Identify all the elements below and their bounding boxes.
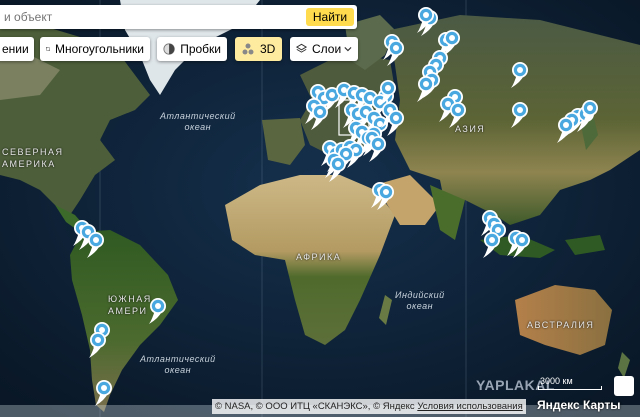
traffic-icon bbox=[163, 43, 175, 55]
tool-button-partial[interactable]: ении bbox=[0, 37, 34, 61]
africa-label: АФРИКА bbox=[296, 252, 342, 262]
scale-label: 3000 км bbox=[540, 376, 573, 386]
chevron-down-icon bbox=[344, 47, 352, 52]
polygon-icon bbox=[46, 47, 50, 51]
south-america-label: ЮЖНАЯ АМЕРИ bbox=[108, 294, 152, 316]
3d-buildings-icon bbox=[242, 43, 254, 55]
north-america-label: СЕВЕРНАЯ АМЕРИКА bbox=[2, 147, 64, 169]
indian-ocean-label: Индийский океан bbox=[395, 290, 445, 311]
3d-button[interactable]: 3D bbox=[235, 37, 282, 61]
3d-label: 3D bbox=[260, 42, 276, 56]
australia-label: АВСТРАЛИЯ bbox=[527, 320, 595, 330]
world-map[interactable] bbox=[0, 0, 640, 417]
polygons-label: Многоугольники bbox=[54, 42, 144, 56]
layers-button[interactable]: Слои bbox=[290, 37, 358, 61]
ruler-icon[interactable] bbox=[614, 376, 634, 396]
traffic-button[interactable]: Пробки bbox=[157, 37, 227, 61]
layers-label: Слои bbox=[311, 42, 342, 56]
layers-icon bbox=[296, 43, 307, 53]
search-input[interactable] bbox=[0, 5, 304, 29]
atlantic-south-label: Атлантический океан bbox=[140, 354, 216, 375]
terms-link[interactable]: Условия использования bbox=[417, 401, 522, 412]
yandex-maps-logo: Яндекс Карты bbox=[537, 398, 621, 412]
atlantic-north-label: Атлантический океан bbox=[160, 111, 236, 132]
tool-partial-label: ении bbox=[2, 42, 29, 56]
scale-bar bbox=[538, 386, 602, 390]
search-button[interactable]: Найти bbox=[306, 8, 354, 26]
polygons-button[interactable]: Многоугольники bbox=[40, 37, 150, 61]
traffic-label: Пробки bbox=[180, 42, 221, 56]
search-bar: Найти bbox=[0, 5, 357, 29]
copyright-text: © NASA, © ООО ИТЦ «СКАНЭКС», © Яндекс bbox=[215, 401, 415, 412]
asia-label: АЗИЯ bbox=[455, 124, 486, 134]
copyright: © NASA, © ООО ИТЦ «СКАНЭКС», © Яндекс Ус… bbox=[212, 399, 526, 414]
